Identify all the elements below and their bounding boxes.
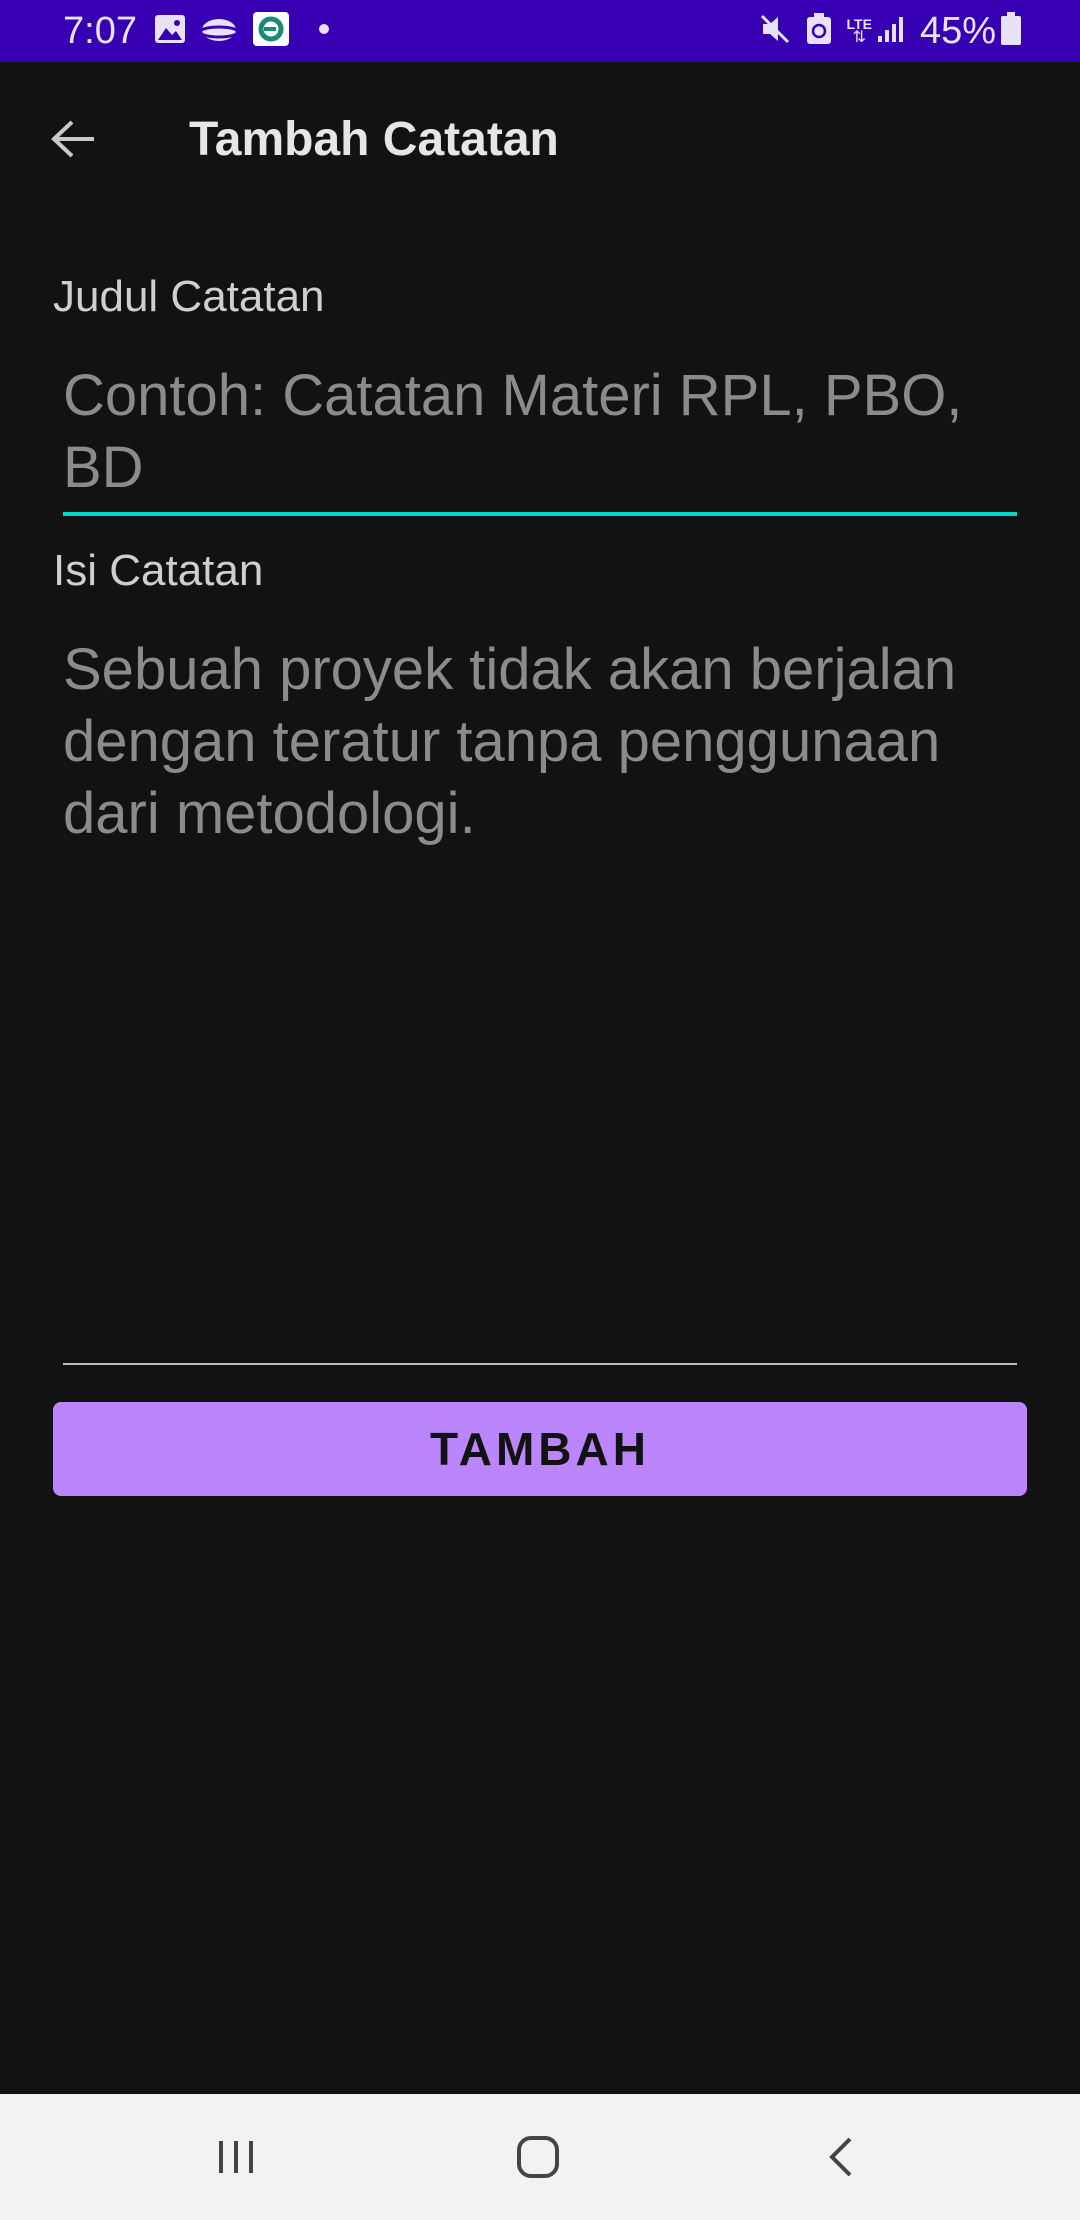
- system-back-button[interactable]: [796, 2122, 886, 2192]
- recents-button[interactable]: [191, 2122, 281, 2192]
- battery-saver-icon: [805, 12, 833, 50]
- image-icon: [154, 14, 186, 49]
- battery-icon: [1000, 11, 1022, 51]
- page-title: Tambah Catatan: [189, 113, 559, 166]
- home-icon: [517, 2136, 559, 2178]
- navigation-bar: [0, 2094, 1080, 2220]
- body-input[interactable]: Sebuah proyek tidak akan berjalan dengan…: [63, 628, 1017, 1365]
- signal-icon: [876, 14, 906, 49]
- status-bar: 7:07 LTE ⇅ 45%: [0, 0, 1080, 62]
- battery-percentage: 45%: [919, 10, 996, 52]
- app-notification-icon: [252, 11, 290, 52]
- body-field-label: Isi Catatan: [53, 546, 264, 595]
- recents-icon: [219, 2141, 253, 2173]
- mute-icon: [759, 13, 791, 50]
- title-input[interactable]: Contoh: Catatan Materi RPL, PBO, BD: [63, 354, 1017, 516]
- arrow-left-icon: [51, 120, 94, 158]
- back-icon: [829, 2137, 852, 2177]
- status-right-icons: LTE ⇅ 45%: [759, 11, 1022, 51]
- status-left-icons: [154, 11, 330, 52]
- back-button[interactable]: [40, 106, 106, 172]
- cloud-icon: [198, 15, 240, 48]
- title-field-label: Judul Catatan: [53, 272, 325, 321]
- add-button[interactable]: TAMBAH: [53, 1402, 1027, 1496]
- app-bar: Tambah Catatan: [0, 62, 1080, 214]
- lte-icon: LTE ⇅: [846, 16, 872, 46]
- home-button[interactable]: [493, 2122, 583, 2192]
- status-time: 7:07: [63, 10, 137, 52]
- dot-icon: [318, 22, 330, 40]
